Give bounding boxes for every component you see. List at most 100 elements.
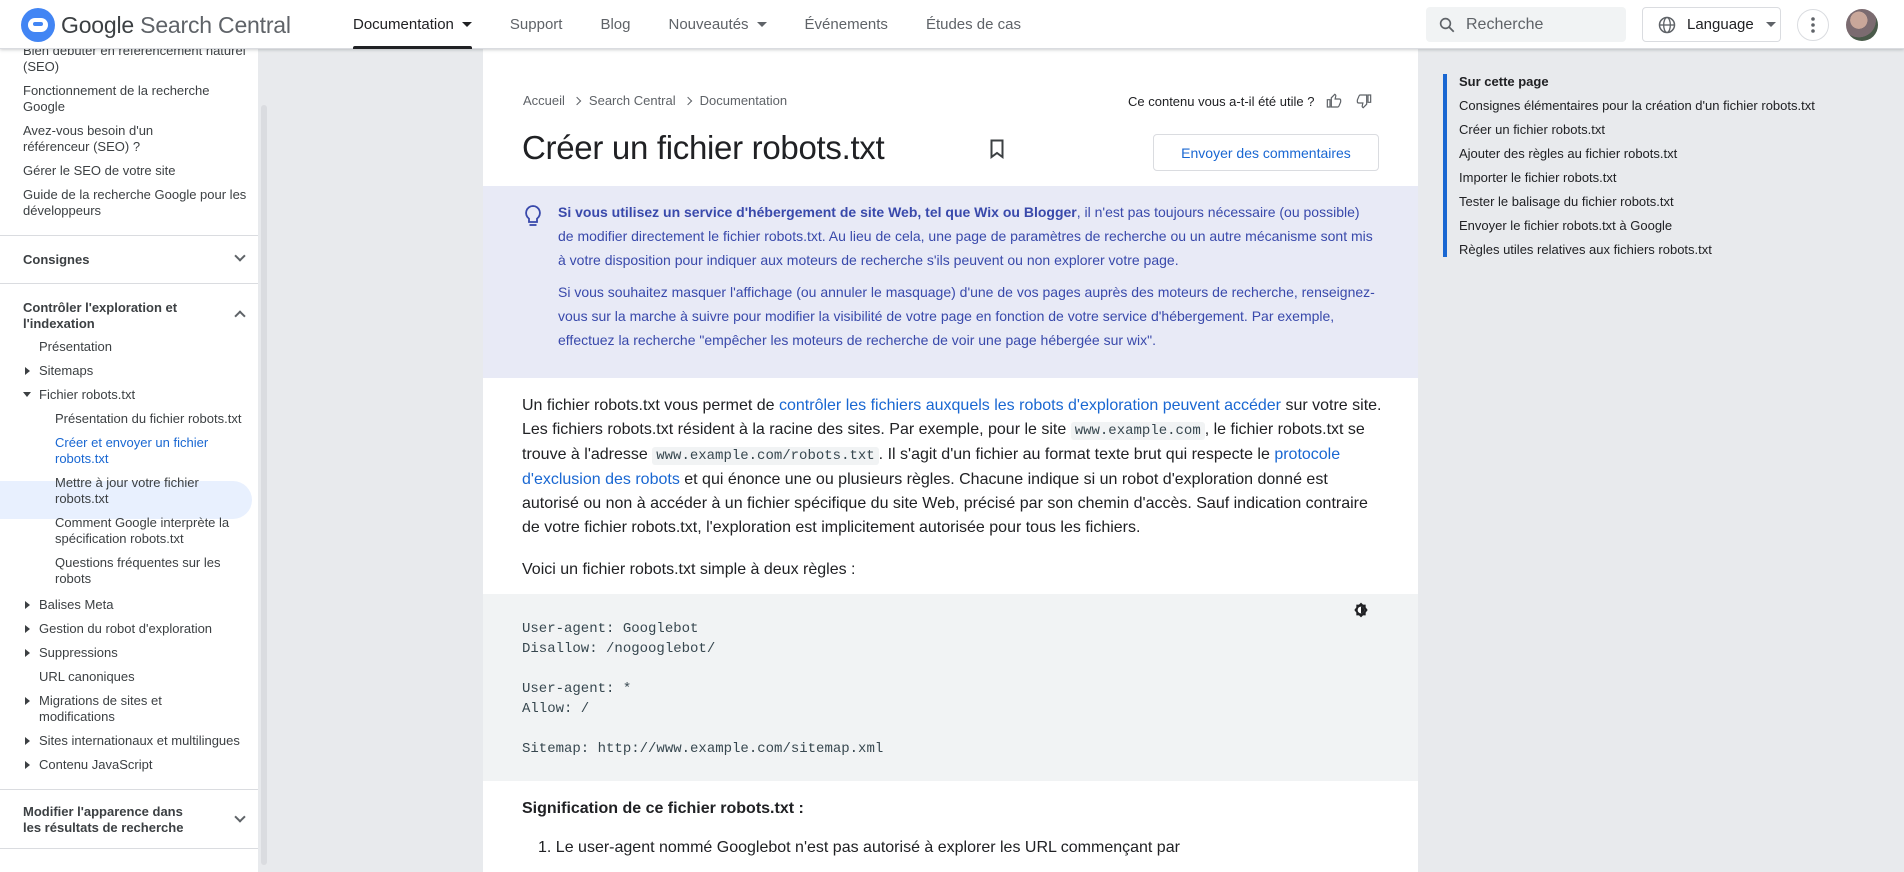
nav-evenements[interactable]: Événements: [805, 0, 888, 49]
lightbulb-icon: [525, 205, 541, 226]
sidebar-item-presentation[interactable]: Présentation: [39, 339, 112, 355]
breadcrumb: Accueil Search Central Documentation: [523, 93, 787, 108]
search-icon: [1439, 17, 1455, 32]
sidebar-item-url-canoniques[interactable]: URL canoniques: [39, 669, 135, 685]
sidebar-scrollbar[interactable]: [261, 105, 267, 865]
main-content: Accueil Search Central Documentation Ce …: [483, 49, 1418, 872]
left-sidebar: Bien débuter en référencement naturel (S…: [0, 49, 258, 872]
site-logo[interactable]: Google Search Central: [21, 8, 291, 42]
nav-etudes-de-cas[interactable]: Études de cas: [926, 0, 1021, 49]
sidebar-item-referenceur[interactable]: Avez-vous besoin d'un référenceur (SEO) …: [23, 123, 213, 155]
breadcrumb-documentation[interactable]: Documentation: [700, 93, 787, 108]
sidebar-item-fonctionnement[interactable]: Fonctionnement de la recherche Google: [23, 83, 213, 115]
chevron-up-icon[interactable]: [234, 310, 246, 322]
sidebar-item-mettre-a-jour[interactable]: Mettre à jour votre fichier robots.txt: [55, 475, 250, 507]
nav-documentation[interactable]: Documentation: [353, 0, 472, 49]
sidebar-item-faq-robots[interactable]: Questions fréquentes sur les robots: [55, 555, 235, 587]
sidebar-item-sitemaps[interactable]: Sitemaps: [39, 363, 93, 379]
globe-icon: [1658, 16, 1676, 33]
thumb-up-icon[interactable]: [1326, 93, 1342, 109]
sidebar-item-migrations[interactable]: Migrations de sites et modifications: [39, 693, 209, 725]
bookmark-icon[interactable]: [990, 139, 1004, 159]
toc-indicator: [1443, 74, 1447, 257]
sidebar-item-gestion-robot[interactable]: Gestion du robot d'exploration: [39, 621, 212, 637]
collapse-arrow-icon[interactable]: [23, 392, 31, 397]
more-vert-icon: [1811, 17, 1815, 33]
sidebar-divider: [0, 283, 258, 284]
sidebar-item-presentation-robots[interactable]: Présentation du fichier robots.txt: [55, 411, 255, 427]
table-of-contents: Sur cette page Consignes élémentaires po…: [1419, 49, 1904, 872]
sidebar-item-sites-internationaux[interactable]: Sites internationaux et multilingues: [39, 733, 254, 749]
nav-nouveautes[interactable]: Nouveautés: [668, 0, 767, 49]
top-nav: Documentation Support Blog Nouveautés Év…: [353, 0, 1059, 49]
language-selector[interactable]: Language: [1642, 7, 1781, 42]
breadcrumb-search-central[interactable]: Search Central: [589, 93, 676, 108]
toc-item-tester[interactable]: Tester le balisage du fichier robots.txt: [1459, 194, 1674, 209]
search-box[interactable]: [1426, 7, 1626, 42]
note-paragraph-1: Si vous utilisez un service d'hébergemen…: [558, 200, 1378, 272]
page-title: Créer un fichier robots.txt: [522, 129, 885, 166]
more-options-button[interactable]: [1797, 9, 1829, 41]
note-bold: Si vous utilisez un service d'hébergemen…: [558, 204, 1077, 220]
language-label: Language: [1687, 16, 1754, 33]
caret-down-icon: [756, 22, 767, 27]
toc-item-consignes[interactable]: Consignes élémentaires pour la création …: [1459, 98, 1815, 113]
top-header: Google Search Central Documentation Supp…: [0, 0, 1904, 49]
intro-paragraph: Un fichier robots.txt vous permet de con…: [522, 397, 1382, 536]
expand-arrow-icon[interactable]: [25, 737, 30, 745]
sidebar-section-apparence[interactable]: Modifier l'apparence dans les résultats …: [23, 804, 203, 836]
chevron-down-icon[interactable]: [234, 250, 246, 262]
search-central-logo-icon: [21, 8, 55, 42]
sidebar-item-gerer-seo[interactable]: Gérer le SEO de votre site: [23, 163, 243, 179]
expand-arrow-icon[interactable]: [25, 601, 30, 609]
sidebar-item-contenu-javascript[interactable]: Contenu JavaScript: [39, 757, 152, 773]
sidebar-item-fichier-robots[interactable]: Fichier robots.txt: [39, 387, 135, 403]
chevron-right-icon: [683, 96, 692, 105]
sidebar-item-balises-meta[interactable]: Balises Meta: [39, 597, 113, 613]
breadcrumb-accueil[interactable]: Accueil: [523, 93, 565, 108]
user-avatar[interactable]: [1846, 9, 1878, 41]
sidebar-item-creer-envoyer[interactable]: Créer et envoyer un fichier robots.txt: [55, 435, 225, 467]
chevron-right-icon: [572, 96, 582, 105]
search-input[interactable]: [1466, 15, 1616, 34]
helpful-feedback: Ce contenu vous a-t-il été utile ?: [1128, 93, 1372, 109]
inline-code: www.example.com: [1070, 422, 1205, 440]
sidebar-item-suppressions[interactable]: Suppressions: [39, 645, 118, 661]
expand-arrow-icon[interactable]: [25, 625, 30, 633]
toc-heading: Sur cette page: [1459, 74, 1549, 89]
sidebar-divider: [0, 235, 258, 236]
expand-arrow-icon[interactable]: [25, 649, 30, 657]
robots-txt-code: User-agent: Googlebot Disallow: /nogoogl…: [522, 621, 884, 757]
example-intro: Voici un fichier robots.txt simple à deu…: [522, 561, 856, 578]
brand-name: Google: [61, 11, 134, 38]
note-paragraph-2: Si vous souhaitez masquer l'affichage (o…: [558, 284, 1375, 348]
section-subheading: Signification de ce fichier robots.txt :: [522, 800, 804, 817]
brand-suffix: Search Central: [140, 11, 291, 38]
toc-item-regles-utiles[interactable]: Règles utiles relatives aux fichiers rob…: [1459, 242, 1712, 257]
dark-mode-toggle-icon[interactable]: [1353, 602, 1369, 618]
toc-item-envoyer[interactable]: Envoyer le fichier robots.txt à Google: [1459, 218, 1672, 233]
toc-item-importer[interactable]: Importer le fichier robots.txt: [1459, 170, 1617, 185]
sidebar-section-controle[interactable]: Contrôler l'exploration et l'indexation: [23, 300, 193, 332]
helpful-question: Ce contenu vous a-t-il été utile ?: [1128, 93, 1315, 109]
toc-item-creer[interactable]: Créer un fichier robots.txt: [1459, 122, 1605, 137]
code-block: User-agent: Googlebot Disallow: /nogoogl…: [483, 594, 1418, 781]
toc-item-ajouter-regles[interactable]: Ajouter des règles au fichier robots.txt: [1459, 146, 1677, 161]
send-feedback-button[interactable]: Envoyer des commentaires: [1153, 134, 1379, 171]
link-controler-fichiers[interactable]: contrôler les fichiers auxquels les robo…: [779, 397, 1281, 414]
sidebar-section-consignes[interactable]: Consignes: [23, 252, 89, 268]
caret-down-icon: [1765, 22, 1776, 27]
thumb-down-icon[interactable]: [1356, 93, 1372, 109]
nav-support[interactable]: Support: [510, 0, 563, 49]
nav-blog[interactable]: Blog: [600, 0, 630, 49]
chevron-down-icon[interactable]: [234, 811, 246, 823]
list-item: 1. Le user-agent nommé Googlebot n'est p…: [538, 839, 1180, 856]
expand-arrow-icon[interactable]: [25, 761, 30, 769]
inline-code: www.example.com/robots.txt: [652, 447, 879, 465]
info-note: Si vous utilisez un service d'hébergemen…: [483, 186, 1418, 378]
sidebar-item-interpretation[interactable]: Comment Google interprète la spécificati…: [55, 515, 245, 547]
expand-arrow-icon[interactable]: [25, 697, 30, 705]
sidebar-item-bien-debuter[interactable]: Bien débuter en référencement naturel (S…: [23, 49, 253, 75]
expand-arrow-icon[interactable]: [25, 367, 30, 375]
sidebar-item-guide-developpeurs[interactable]: Guide de la recherche Google pour les dé…: [23, 187, 253, 219]
